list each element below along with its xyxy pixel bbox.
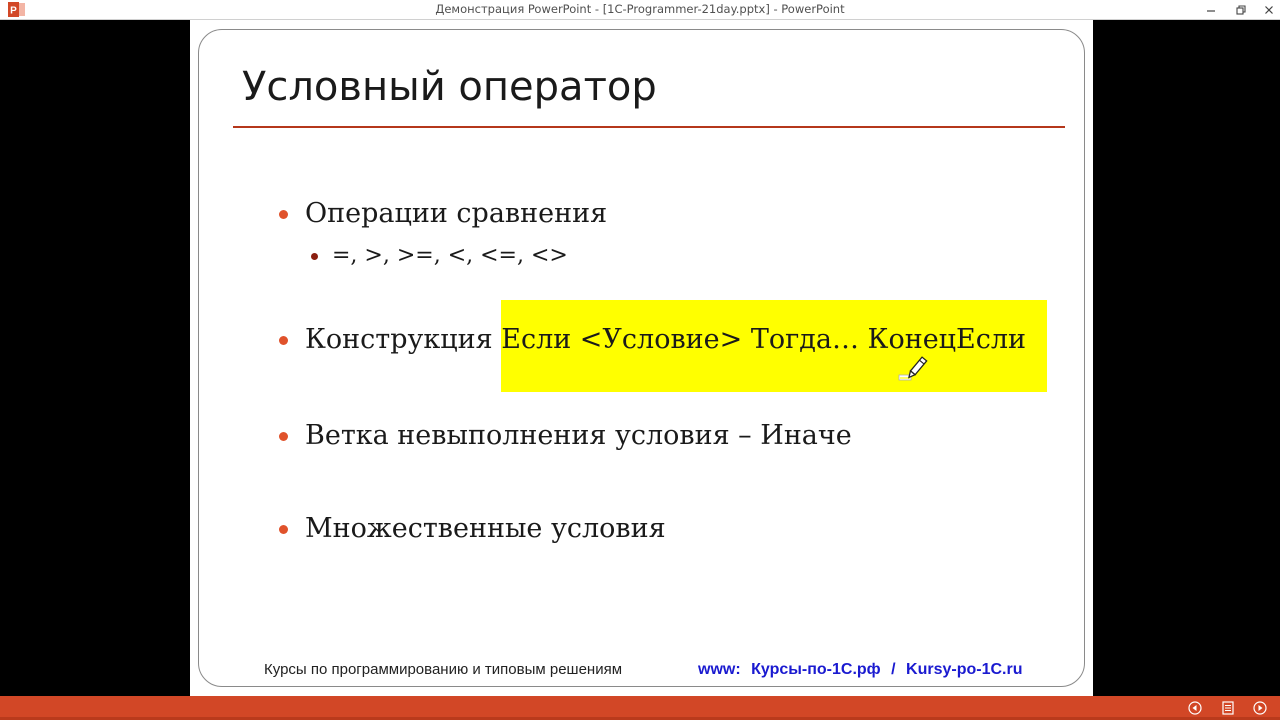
close-button[interactable] xyxy=(1254,0,1280,19)
bullet-text: Множественные условия xyxy=(305,513,666,544)
window-title: Демонстрация PowerPoint - [1C-Programmer… xyxy=(435,2,845,16)
footer-text: Курсы по программированию и типовым реше… xyxy=(264,661,623,678)
highlighted-code-text: Если <Условие> Тогда… КонецЕсли xyxy=(501,324,1027,355)
bullet-construction: Конструкция Если <Условие> Тогда… КонецЕ… xyxy=(279,323,1027,357)
title-divider xyxy=(233,126,1065,128)
slide-menu-icon xyxy=(1222,701,1234,715)
slide-menu-button[interactable] xyxy=(1220,700,1236,716)
bullet-text: Конструкция xyxy=(305,324,502,355)
restore-button[interactable] xyxy=(1226,0,1256,19)
slide-footer: Курсы по программированию и типовым реше… xyxy=(264,660,1023,680)
close-icon xyxy=(1265,5,1273,14)
window-titlebar: P Демонстрация PowerPoint - [1C-Programm… xyxy=(0,0,1280,20)
bullet-else-branch: Ветка невыполнения условия – Иначе xyxy=(279,419,852,453)
sub-bullet-operators: =, >, >=, <, <=, <> xyxy=(311,242,568,270)
bullet-dot xyxy=(279,432,288,441)
footer-link-ru[interactable]: Kursy-po-1C.ru xyxy=(906,661,1022,678)
bullet-dot xyxy=(279,525,288,534)
bullet-multiple-conditions: Множественные условия xyxy=(279,512,666,546)
slideshow-statusbar xyxy=(0,696,1280,720)
slide-title: Условный оператор xyxy=(242,64,657,110)
next-slide-icon xyxy=(1253,701,1267,715)
minimize-icon xyxy=(1207,9,1215,12)
footer-link-rf[interactable]: Курсы-по-1С.рф xyxy=(751,661,881,678)
previous-slide-icon xyxy=(1188,701,1202,715)
footer-links: www: Курсы-по-1С.рф / Kursy-po-1C.ru xyxy=(698,660,1029,680)
bullet-dot xyxy=(311,253,318,260)
slide[interactable]: Условный оператор Операции сравнения =, … xyxy=(190,20,1093,696)
bullet-dot xyxy=(279,210,288,219)
bullet-text: =, >, >=, <, <=, <> xyxy=(332,243,568,268)
bullet-text: Ветка невыполнения условия – Иначе xyxy=(305,420,852,451)
footer-www: www: xyxy=(698,661,741,678)
restore-icon xyxy=(1236,4,1246,15)
bullet-text: Операции сравнения xyxy=(305,198,608,229)
bullet-dot xyxy=(279,336,288,345)
minimize-button[interactable] xyxy=(1196,0,1226,19)
pen-cursor-icon xyxy=(898,356,928,381)
footer-separator: / xyxy=(891,661,896,678)
bullet-comparison-operations: Операции сравнения xyxy=(279,197,608,231)
next-slide-button[interactable] xyxy=(1252,700,1268,716)
previous-slide-button[interactable] xyxy=(1187,700,1203,716)
